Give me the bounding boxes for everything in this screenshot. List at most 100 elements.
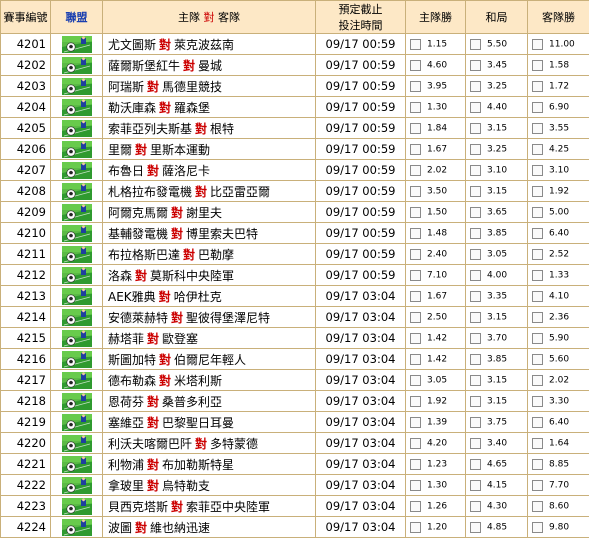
away-win-odds[interactable]: 1.58	[528, 55, 589, 76]
draw-odds[interactable]: 4.65	[466, 454, 528, 475]
away-team[interactable]: 馬德里競技	[162, 80, 222, 94]
match-teams[interactable]: 利物浦對布加勒斯特星	[103, 454, 316, 475]
match-teams[interactable]: 札格拉布發電機對比亞雷亞爾	[103, 181, 316, 202]
away-win-checkbox[interactable]	[532, 102, 543, 113]
away-win-checkbox[interactable]	[532, 249, 543, 260]
match-teams[interactable]: 拿玻里對烏特勒支	[103, 475, 316, 496]
draw-checkbox[interactable]	[470, 291, 481, 302]
home-win-checkbox[interactable]	[410, 144, 421, 155]
away-win-odds[interactable]: 2.52	[528, 244, 589, 265]
draw-odds[interactable]: 3.85	[466, 223, 528, 244]
home-win-checkbox[interactable]	[410, 396, 421, 407]
draw-checkbox[interactable]	[470, 522, 481, 533]
match-teams[interactable]: 布拉格斯巴達對巴勒摩	[103, 244, 316, 265]
draw-odds[interactable]: 3.10	[466, 160, 528, 181]
home-win-odds[interactable]: 1.26	[406, 496, 466, 517]
home-win-checkbox[interactable]	[410, 102, 421, 113]
home-win-checkbox[interactable]	[410, 39, 421, 50]
home-team[interactable]: 勒沃庫森	[108, 101, 156, 115]
away-win-odds[interactable]: 8.85	[528, 454, 589, 475]
home-win-odds[interactable]: 1.48	[406, 223, 466, 244]
away-team[interactable]: 索菲亞中央陸軍	[186, 500, 270, 514]
away-win-checkbox[interactable]	[532, 60, 543, 71]
home-team[interactable]: 索菲亞列夫斯基	[108, 122, 192, 136]
draw-checkbox[interactable]	[470, 123, 481, 134]
match-teams[interactable]: 恩荷芬對桑普多利亞	[103, 391, 316, 412]
draw-checkbox[interactable]	[470, 228, 481, 239]
home-team[interactable]: 里爾	[108, 143, 132, 157]
home-win-checkbox[interactable]	[410, 480, 421, 491]
draw-odds[interactable]: 4.85	[466, 517, 528, 538]
draw-checkbox[interactable]	[470, 333, 481, 344]
away-win-checkbox[interactable]	[532, 123, 543, 134]
home-win-odds[interactable]: 3.95	[406, 76, 466, 97]
match-teams[interactable]: 基輔發電機對博里索夫巴特	[103, 223, 316, 244]
match-teams[interactable]: 貝西克塔斯對索菲亞中央陸軍	[103, 496, 316, 517]
home-win-checkbox[interactable]	[410, 207, 421, 218]
away-win-checkbox[interactable]	[532, 186, 543, 197]
draw-odds[interactable]: 3.75	[466, 412, 528, 433]
away-team[interactable]: 布加勒斯特星	[162, 458, 234, 472]
draw-odds[interactable]: 3.15	[466, 307, 528, 328]
home-team[interactable]: 塞維亞	[108, 416, 144, 430]
away-win-odds[interactable]: 5.00	[528, 202, 589, 223]
home-win-odds[interactable]: 1.92	[406, 391, 466, 412]
home-win-odds[interactable]: 7.10	[406, 265, 466, 286]
home-team[interactable]: 利物浦	[108, 458, 144, 472]
away-team[interactable]: 多特蒙德	[210, 437, 258, 451]
home-team[interactable]: 利沃夫喀爾巴阡	[108, 437, 192, 451]
away-win-odds[interactable]: 5.60	[528, 349, 589, 370]
away-win-checkbox[interactable]	[532, 354, 543, 365]
away-team[interactable]: 羅森堡	[174, 101, 210, 115]
away-team[interactable]: 桑普多利亞	[162, 395, 222, 409]
away-win-odds[interactable]: 8.60	[528, 496, 589, 517]
away-team[interactable]: 曼城	[198, 59, 222, 73]
draw-checkbox[interactable]	[470, 102, 481, 113]
draw-odds[interactable]: 3.65	[466, 202, 528, 223]
away-win-checkbox[interactable]	[532, 417, 543, 428]
draw-checkbox[interactable]	[470, 417, 481, 428]
away-win-checkbox[interactable]	[532, 165, 543, 176]
home-win-odds[interactable]: 1.42	[406, 328, 466, 349]
away-win-odds[interactable]: 1.92	[528, 181, 589, 202]
home-team[interactable]: 斯圖加特	[108, 353, 156, 367]
home-team[interactable]: 尤文圖斯	[108, 38, 156, 52]
match-teams[interactable]: 勒沃庫森對羅森堡	[103, 97, 316, 118]
away-team[interactable]: 薩洛尼卡	[162, 164, 210, 178]
away-team[interactable]: 謝里夫	[186, 206, 222, 220]
home-team[interactable]: 阿爾克馬爾	[108, 206, 168, 220]
home-win-odds[interactable]: 1.84	[406, 118, 466, 139]
away-team[interactable]: 烏特勒支	[162, 479, 210, 493]
draw-odds[interactable]: 3.15	[466, 370, 528, 391]
away-team[interactable]: 根特	[210, 122, 234, 136]
match-teams[interactable]: 安德萊赫特對聖彼得堡澤尼特	[103, 307, 316, 328]
home-win-checkbox[interactable]	[410, 501, 421, 512]
home-win-checkbox[interactable]	[410, 459, 421, 470]
home-win-checkbox[interactable]	[410, 123, 421, 134]
home-team[interactable]: 布魯日	[108, 164, 144, 178]
home-win-odds[interactable]: 1.42	[406, 349, 466, 370]
match-teams[interactable]: 索菲亞列夫斯基對根特	[103, 118, 316, 139]
away-win-odds[interactable]: 1.33	[528, 265, 589, 286]
home-win-odds[interactable]: 2.50	[406, 307, 466, 328]
home-win-checkbox[interactable]	[410, 270, 421, 281]
home-win-checkbox[interactable]	[410, 228, 421, 239]
away-win-checkbox[interactable]	[532, 480, 543, 491]
away-team[interactable]: 米塔利斯	[174, 374, 222, 388]
away-team[interactable]: 伯爾尼年輕人	[174, 353, 246, 367]
away-win-odds[interactable]: 4.10	[528, 286, 589, 307]
draw-checkbox[interactable]	[470, 81, 481, 92]
home-win-odds[interactable]: 1.15	[406, 34, 466, 55]
draw-odds[interactable]: 3.15	[466, 118, 528, 139]
draw-odds[interactable]: 3.25	[466, 139, 528, 160]
away-win-checkbox[interactable]	[532, 81, 543, 92]
home-win-checkbox[interactable]	[410, 249, 421, 260]
away-win-odds[interactable]: 9.80	[528, 517, 589, 538]
away-win-odds[interactable]: 2.02	[528, 370, 589, 391]
away-win-checkbox[interactable]	[532, 501, 543, 512]
home-win-odds[interactable]: 2.40	[406, 244, 466, 265]
draw-odds[interactable]: 4.30	[466, 496, 528, 517]
draw-odds[interactable]: 3.15	[466, 181, 528, 202]
draw-checkbox[interactable]	[470, 39, 481, 50]
draw-checkbox[interactable]	[470, 60, 481, 71]
